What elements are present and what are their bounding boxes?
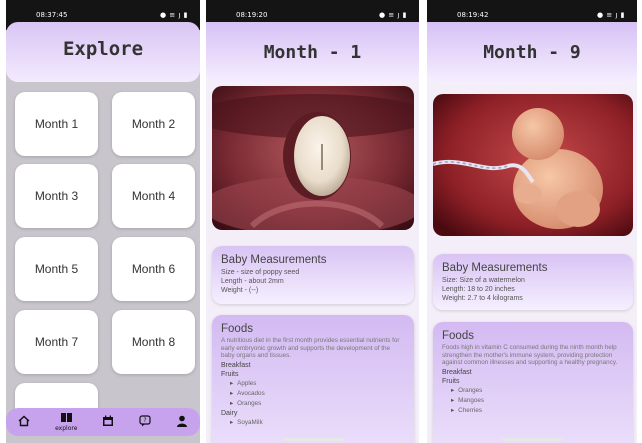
list-item: Avocados (221, 389, 405, 399)
bottom-navigation: explore ? (6, 408, 200, 436)
baby-measurements-card: Baby Measurements Size - size of poppy s… (212, 246, 414, 304)
list-item: Mangoes (442, 396, 624, 406)
list-item: Apples (221, 379, 405, 389)
nav-calendar[interactable] (102, 415, 114, 430)
measurements-heading: Baby Measurements (221, 254, 327, 266)
foods-card: Foods A nutritious diet in the first mon… (212, 315, 414, 443)
status-time: 08:19:42 (457, 11, 489, 19)
nav-chat[interactable]: ? (139, 414, 151, 430)
embryo-image (212, 86, 414, 230)
month-9-screen: 08:19:42 ● ≡ ȷ ▮ Month - 9 Baby Measurem… (427, 0, 637, 443)
month-card-2[interactable]: Month 2 (112, 92, 195, 156)
foods-heading: Foods (221, 323, 253, 335)
breakfast-label: Breakfast (442, 368, 472, 376)
month-card-5[interactable]: Month 5 (15, 237, 98, 301)
status-icons: ● ≡ ȷ ▮ (597, 11, 625, 19)
svg-text:?: ? (143, 417, 146, 424)
person-icon (176, 415, 188, 430)
foods-intro: Foods high in vitamin C consumed during … (442, 344, 618, 366)
list-item: Oranges (221, 399, 405, 409)
home-indicator (282, 438, 343, 441)
month-card-7[interactable]: Month 7 (15, 310, 98, 374)
status-icons: ● ≡ ȷ ▮ (379, 11, 407, 19)
dairy-label: Dairy (221, 409, 238, 417)
foods-card: Foods Foods high in vitamin C consumed d… (433, 322, 633, 443)
month-1-screen: 08:19:20 ● ≡ ȷ ▮ Month - 1 Baby Measurem… (206, 0, 419, 443)
status-time: 08:19:20 (236, 11, 268, 19)
nav-home[interactable] (18, 415, 30, 430)
explore-screen: 08:37:45 ● ≡ ȷ ▮ Explore Month 1 Month 2… (6, 0, 200, 443)
home-indicator (502, 438, 562, 441)
nav-explore[interactable]: explore (55, 412, 77, 432)
month-card-8[interactable]: Month 8 (112, 310, 195, 374)
foods-heading: Foods (442, 330, 474, 342)
weight-text: Weight: 2.7 to 4 kilograms (442, 295, 523, 302)
month-card-3[interactable]: Month 3 (15, 164, 98, 228)
baby-measurements-card: Baby Measurements Size: Size of a waterm… (433, 254, 633, 310)
nav-profile[interactable] (176, 415, 188, 430)
home-icon (18, 415, 30, 430)
list-item: SoyaMilk (221, 418, 405, 428)
month-card-1[interactable]: Month 1 (15, 92, 98, 156)
month-card-6[interactable]: Month 6 (112, 237, 195, 301)
breakfast-label: Breakfast (221, 361, 251, 369)
fruits-label: Fruits (442, 377, 460, 385)
book-icon (60, 412, 73, 426)
status-time: 08:37:45 (36, 11, 68, 19)
page-title: Month - 1 (263, 42, 362, 63)
nav-explore-label: explore (55, 425, 78, 432)
list-item: Oranges (442, 386, 624, 396)
length-text: Length: 18 to 20 inches (442, 286, 515, 293)
month-card-4[interactable]: Month 4 (112, 164, 195, 228)
foods-intro: A nutritious diet in the first month pro… (221, 337, 400, 359)
page-title: Month - 9 (483, 42, 581, 63)
size-text: Size: Size of a watermelon (442, 277, 525, 284)
weight-text: Weight - (--) (221, 287, 259, 294)
measurements-heading: Baby Measurements (442, 262, 548, 274)
list-item: Cherries (442, 406, 624, 416)
chat-icon: ? (139, 414, 151, 430)
fruits-label: Fruits (221, 370, 239, 378)
length-text: Length - about 2mm (221, 278, 284, 285)
status-icons: ● ≡ ȷ ▮ (160, 11, 188, 19)
page-title: Explore (62, 38, 144, 60)
calendar-icon (102, 415, 114, 430)
size-text: Size - size of poppy seed (221, 269, 300, 276)
fetus-image (433, 94, 633, 236)
